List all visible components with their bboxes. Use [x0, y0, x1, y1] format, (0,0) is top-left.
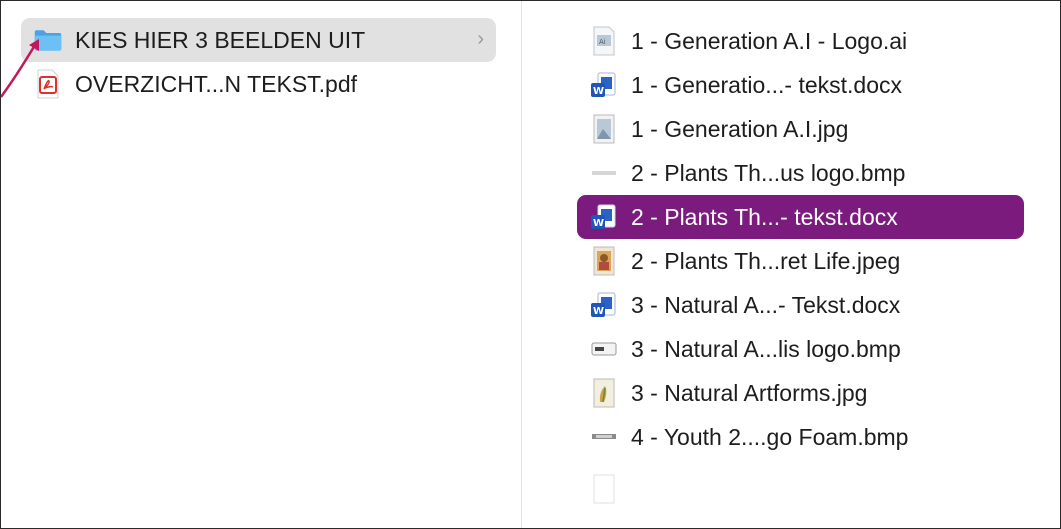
file-row[interactable]: 2 - Plants Th...ret Life.jpeg	[577, 239, 1024, 283]
bmp-file-icon	[589, 334, 619, 364]
image-file-icon	[589, 114, 619, 144]
file-row-label: 1 - Generatio...- tekst.docx	[631, 71, 903, 98]
file-row-label: 2 - Plants Th...us logo.bmp	[631, 159, 906, 186]
finder-column-right: Ai 1 - Generation A.I - Logo.ai W 1 - Ge…	[522, 1, 1060, 528]
word-doc-icon: W	[589, 202, 619, 232]
file-row-label: 3 - Natural A...lis logo.bmp	[631, 335, 901, 362]
file-row[interactable]: W 3 - Natural A...- Tekst.docx	[577, 283, 1024, 327]
file-row-label: 3 - Natural Artforms.jpg	[631, 379, 868, 406]
file-row-label: OVERZICHT...N TEKST.pdf	[75, 70, 358, 97]
file-row[interactable]: 3 - Natural Artforms.jpg	[577, 371, 1024, 415]
svg-text:W: W	[593, 306, 604, 317]
word-doc-icon: W	[589, 290, 619, 320]
chevron-right-icon: ›	[477, 28, 484, 50]
file-row-label: 1 - Generation A.I - Logo.ai	[631, 27, 908, 54]
word-doc-icon: W	[589, 70, 619, 100]
finder-window: KIES HIER 3 BEELDEN UIT › OVERZICHT...N …	[0, 0, 1061, 529]
image-file-icon	[589, 246, 619, 276]
file-row-label: 1 - Generation A.I.jpg	[631, 115, 849, 142]
svg-text:Ai: Ai	[599, 38, 606, 46]
file-row-selected[interactable]: W 2 - Plants Th...- tekst.docx	[577, 195, 1024, 239]
file-row[interactable]: 1 - Generation A.I.jpg	[577, 107, 1024, 151]
finder-column-left: KIES HIER 3 BEELDEN UIT › OVERZICHT...N …	[1, 1, 521, 528]
file-row-label: 2 - Plants Th...- tekst.docx	[631, 203, 898, 230]
ai-file-icon: Ai	[589, 26, 619, 56]
image-file-icon	[589, 378, 619, 408]
file-row-label: 4 - Youth 2....go Foam.bmp	[631, 423, 909, 450]
folder-row-label: KIES HIER 3 BEELDEN UIT	[75, 26, 366, 53]
file-row-overzicht-pdf[interactable]: OVERZICHT...N TEKST.pdf	[21, 62, 496, 106]
bmp-file-icon	[589, 422, 619, 452]
file-row-label: 2 - Plants Th...ret Life.jpeg	[631, 247, 901, 274]
annotation-arrow-icon	[1, 39, 39, 98]
file-icon	[589, 474, 619, 504]
svg-text:W: W	[593, 86, 604, 97]
file-row[interactable]: W 1 - Generatio...- tekst.docx	[577, 63, 1024, 107]
bmp-file-icon	[589, 158, 619, 188]
folder-row-kies-hier[interactable]: KIES HIER 3 BEELDEN UIT ›	[21, 18, 496, 62]
file-row[interactable]: 2 - Plants Th...us logo.bmp	[577, 151, 1024, 195]
file-row-partial	[577, 467, 1024, 511]
file-row[interactable]: 4 - Youth 2....go Foam.bmp	[577, 415, 1024, 459]
file-row[interactable]: Ai 1 - Generation A.I - Logo.ai	[577, 19, 1024, 63]
svg-text:W: W	[593, 218, 604, 229]
file-row-label: 3 - Natural A...- Tekst.docx	[631, 291, 901, 318]
file-row[interactable]: 3 - Natural A...lis logo.bmp	[577, 327, 1024, 371]
